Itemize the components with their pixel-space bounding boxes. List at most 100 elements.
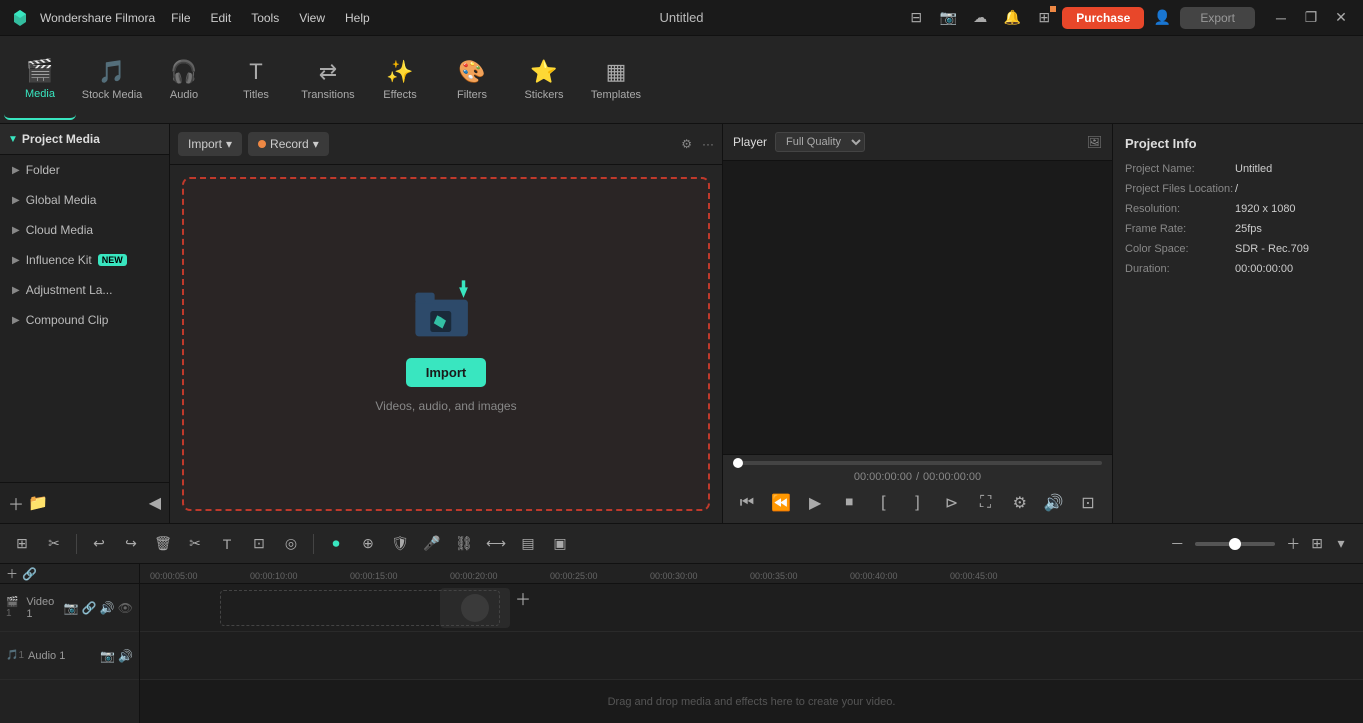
video-eye-icon[interactable]: 👁	[118, 601, 133, 615]
quality-select[interactable]: Full Quality	[775, 132, 865, 152]
sidebar-item-compound-clip[interactable]: ▶ Compound Clip	[0, 305, 169, 335]
purchase-button[interactable]: Purchase	[1062, 7, 1144, 29]
audio-sound-icon[interactable]: 🔊	[118, 649, 133, 663]
add-track-icon[interactable]: ＋	[6, 565, 18, 582]
add-media-icon[interactable]: ＋	[8, 491, 24, 515]
snapshot-icon[interactable]: 🖼	[1087, 135, 1102, 149]
info-row-colorspace: Color Space: SDR - Rec.709	[1125, 243, 1351, 255]
cut-icon[interactable]: ✂	[181, 530, 209, 558]
player-tab[interactable]: Player	[733, 135, 767, 149]
minimize-window-icon[interactable]: ⊟	[902, 4, 930, 32]
track-link-icon[interactable]: 🔗	[22, 567, 37, 581]
sidebar-item-folder[interactable]: ▶ Folder	[0, 155, 169, 185]
sidebar-item-adjustment[interactable]: ▶ Adjustment La...	[0, 275, 169, 305]
export-button[interactable]: Export	[1180, 7, 1255, 29]
mark-in-icon[interactable]: [	[869, 489, 897, 517]
menu-edit[interactable]: Edit	[203, 7, 240, 29]
window-minimize-btn[interactable]: ─	[1267, 4, 1295, 32]
snap-icon[interactable]: ⊕	[354, 530, 382, 558]
toolbar-media[interactable]: 🎬 Media	[4, 40, 76, 120]
volume-icon[interactable]: 🔊	[1040, 489, 1068, 517]
project-media-header[interactable]: ▼ Project Media	[0, 124, 169, 155]
timeline-mode-icon[interactable]: ⊞	[8, 530, 36, 558]
menu-file[interactable]: File	[163, 7, 198, 29]
record-button[interactable]: Record ▾	[248, 132, 329, 156]
zoom-out-icon[interactable]: －	[1163, 530, 1191, 558]
folder-add-icon[interactable]: 📁	[28, 493, 48, 513]
progress-bar[interactable]	[733, 461, 1102, 465]
audio-camera-icon[interactable]: 📷	[100, 649, 115, 663]
video-camera-icon[interactable]: 📷	[64, 601, 79, 615]
camera-icon[interactable]: 📷	[934, 4, 962, 32]
toolbar-titles[interactable]: T Titles	[220, 40, 292, 120]
titles-label: Titles	[243, 89, 269, 101]
settings-icon[interactable]: ⚙	[1006, 489, 1034, 517]
audio-track-1-area	[140, 632, 1363, 680]
menu-tools[interactable]: Tools	[243, 7, 287, 29]
more-options-icon[interactable]: ···	[702, 137, 714, 151]
window-close-btn[interactable]: ✕	[1327, 4, 1355, 32]
zoom-in-icon[interactable]: ＋	[1279, 530, 1307, 558]
delete-icon[interactable]: 🗑	[149, 530, 177, 558]
folder-chevron-icon: ▶	[12, 165, 20, 176]
toolbar-templates[interactable]: ▦ Templates	[580, 40, 652, 120]
fullscreen-icon[interactable]: ⛶	[972, 489, 1000, 517]
filter-icon[interactable]: ⚙	[681, 137, 692, 151]
play-icon[interactable]: ▶	[801, 489, 829, 517]
toolbar-transitions[interactable]: ⇄ Transitions	[292, 40, 364, 120]
subtitle-icon[interactable]: ▤	[514, 530, 542, 558]
sidebar-item-global-media[interactable]: ▶ Global Media	[0, 185, 169, 215]
frame-back-icon[interactable]: ⏪	[767, 489, 795, 517]
timeline-settings-icon[interactable]: ▾	[1327, 530, 1355, 558]
collapse-panel-icon[interactable]: ◀	[149, 493, 161, 513]
toolbar-stickers[interactable]: ⭐ Stickers	[508, 40, 580, 120]
tl-separator-2	[313, 534, 314, 554]
sidebar-item-cloud-media[interactable]: ▶ Cloud Media	[0, 215, 169, 245]
translate-icon[interactable]: ⟷	[482, 530, 510, 558]
mask-icon[interactable]: ▣	[546, 530, 574, 558]
skip-back-icon[interactable]: ⏮	[733, 489, 761, 517]
toolbar-stock-media[interactable]: 🎵 Stock Media	[76, 40, 148, 120]
audio-track-1-label: 🎵1 Audio 1 📷 🔊	[0, 632, 139, 680]
effects-icon: ✨	[386, 59, 413, 85]
playhead-icon[interactable]: ⏺	[322, 530, 350, 558]
import-button[interactable]: Import ▾	[178, 132, 242, 156]
timeline-trim-icon[interactable]: ✂	[40, 530, 68, 558]
menu-view[interactable]: View	[291, 7, 333, 29]
add-to-track-icon[interactable]: ＋	[515, 586, 531, 610]
mark-out-icon[interactable]: ]	[903, 489, 931, 517]
grid-icon[interactable]: ⊞	[1311, 535, 1323, 552]
pip-icon[interactable]: ⊡	[1074, 489, 1102, 517]
extract-icon[interactable]: ⊳	[938, 489, 966, 517]
toolbar-audio[interactable]: 🎧 Audio	[148, 40, 220, 120]
app-logo	[8, 6, 32, 30]
media-drop-zone[interactable]: Import Videos, audio, and images	[182, 177, 710, 511]
shield-icon[interactable]: 🛡	[386, 530, 414, 558]
upload-icon[interactable]: ☁	[966, 4, 994, 32]
info-label-colorspace: Color Space:	[1125, 243, 1235, 255]
menu-help[interactable]: Help	[337, 7, 378, 29]
audio1-num-icon: 🎵1	[6, 650, 24, 661]
timeline-zoom: － ＋	[1163, 530, 1307, 558]
import-media-button[interactable]: Import	[406, 358, 486, 387]
adjust-icon[interactable]: ◎	[277, 530, 305, 558]
stop-icon[interactable]: ⏹	[835, 489, 863, 517]
video-audio-icon[interactable]: 🔊	[100, 601, 115, 615]
undo-icon[interactable]: ↩	[85, 530, 113, 558]
toolbar-effects[interactable]: ✨ Effects	[364, 40, 436, 120]
microphone-icon[interactable]: 🎤	[418, 530, 446, 558]
window-maximize-btn[interactable]: ❐	[1297, 4, 1325, 32]
video-link-icon[interactable]: 🔗	[82, 601, 97, 615]
toolbar-filters[interactable]: 🎨 Filters	[436, 40, 508, 120]
redo-icon[interactable]: ↪	[117, 530, 145, 558]
link-icon[interactable]: ⛓	[450, 530, 478, 558]
compound-clip-label: Compound Clip	[26, 313, 109, 327]
user-avatar[interactable]: 👤	[1148, 4, 1176, 32]
import-dropdown-label: Import	[188, 137, 222, 151]
zoom-slider[interactable]	[1195, 542, 1275, 546]
text-overlay-icon[interactable]: T	[213, 530, 241, 558]
apps-icon[interactable]: ⊞	[1030, 4, 1058, 32]
sidebar-item-influence-kit[interactable]: ▶ Influence Kit NEW	[0, 245, 169, 275]
notification-icon[interactable]: 🔔	[998, 4, 1026, 32]
crop-icon[interactable]: ⊡	[245, 530, 273, 558]
